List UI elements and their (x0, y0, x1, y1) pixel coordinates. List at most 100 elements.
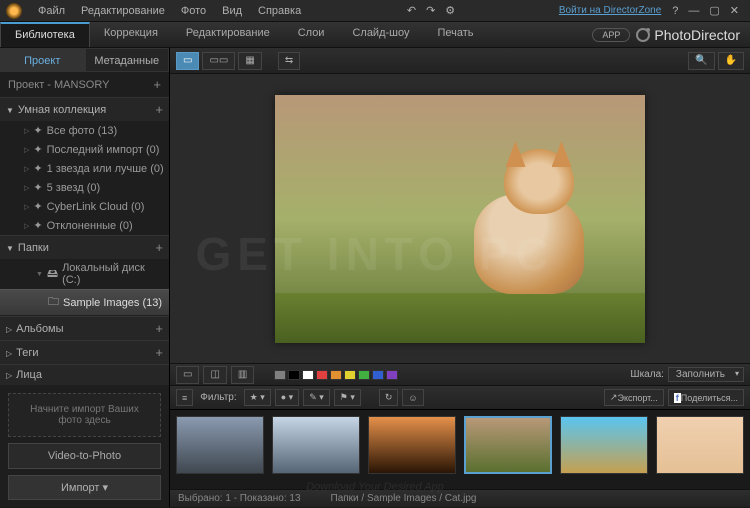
smart-item[interactable]: ▷✦1 звезда или лучше (0) (0, 159, 169, 178)
section-albums[interactable]: ▷Альбомы + (0, 317, 169, 340)
thumbnail[interactable] (464, 416, 552, 474)
drive-icon: 🖴 (47, 265, 58, 284)
chevron-down-icon: ▼ (36, 271, 43, 278)
layout-1-icon[interactable]: ▭ (176, 366, 199, 384)
tab-5[interactable]: Печать (423, 22, 487, 47)
view-compare-icon[interactable]: ▭▭ (202, 52, 235, 70)
album-add-icon[interactable]: + (155, 321, 163, 336)
pan-tool-icon[interactable]: ✋ (718, 52, 744, 70)
smart-item[interactable]: ▷✦Все фото (13) (0, 121, 169, 140)
breadcrumb: Папки / Sample Images / Cat.jpg (331, 493, 477, 504)
layout-3-icon[interactable]: ▥ (231, 366, 254, 384)
preview-area[interactable] (170, 74, 750, 363)
view-mirror-icon[interactable]: ⇆ (278, 52, 300, 70)
menubar: ФайлРедактированиеФотоВидСправка ↶ ↷ ⚙ В… (0, 0, 750, 22)
smart-add-icon[interactable]: + (155, 102, 163, 117)
zoom-tool-icon[interactable]: 🔍 (688, 52, 714, 70)
tab-0[interactable]: Библиотека (0, 22, 90, 47)
section-smart-collection[interactable]: ▼Умная коллекция + (0, 98, 169, 121)
color-swatch[interactable] (372, 370, 384, 380)
close-icon[interactable]: ✕ (725, 4, 744, 17)
app-logo-icon (6, 3, 22, 19)
section-folders[interactable]: ▼Папки + (0, 236, 169, 259)
view-single-icon[interactable]: ▭ (176, 52, 199, 70)
folder-add-icon[interactable]: + (155, 240, 163, 255)
project-add-icon[interactable]: + (153, 77, 161, 92)
collection-icon: ✦ (33, 181, 42, 194)
thumbnail[interactable] (176, 416, 264, 474)
layout-2-icon[interactable]: ◫ (203, 366, 226, 384)
thumbnail[interactable] (272, 416, 360, 474)
rotate-icon[interactable]: ↻ (379, 389, 399, 406)
menu-Вид[interactable]: Вид (214, 3, 250, 19)
tab-4[interactable]: Слайд-шоу (338, 22, 423, 47)
main-panel: ▭ ▭▭ ▦ ⇆ 🔍 ✋ ▭ ◫ ▥ Шкала: (170, 48, 750, 507)
maximize-icon[interactable]: ▢ (704, 4, 724, 17)
smart-item[interactable]: ▷✦Последний импорт (0) (0, 140, 169, 159)
share-button[interactable]: f Поделиться... (668, 389, 744, 406)
color-swatch[interactable] (344, 370, 356, 380)
collection-icon: ✦ (33, 200, 42, 213)
import-button[interactable]: Импорт ▾ (8, 475, 161, 500)
tab-2[interactable]: Редактирование (172, 22, 284, 47)
import-dropzone[interactable]: Начните импорт Ваших фото здесь (8, 393, 161, 437)
filter-rating[interactable]: ★ ▾ (244, 389, 271, 406)
tab-project[interactable]: Проект (0, 48, 85, 72)
minimize-icon[interactable]: — (683, 5, 704, 17)
color-swatch[interactable] (302, 370, 314, 380)
directorzone-link[interactable]: Войти на DirectorZone (553, 5, 667, 16)
section-tags[interactable]: ▷Теги + (0, 341, 169, 364)
face-tag-icon[interactable]: ☺ (402, 389, 423, 406)
tab-metadata[interactable]: Метаданные (85, 48, 170, 72)
settings-icon[interactable]: ⚙ (440, 2, 460, 19)
preview-image (275, 95, 645, 343)
selection-count: Выбрано: 1 - Показано: 13 (178, 493, 301, 504)
menu-Файл[interactable]: Файл (30, 3, 73, 19)
smart-item[interactable]: ▷✦Отклоненные (0) (0, 216, 169, 235)
chevron-right-icon: ▷ (6, 325, 12, 334)
project-name: Проект - MANSORY (8, 79, 109, 91)
filter-edited[interactable]: ✎ ▾ (303, 389, 330, 406)
app-badge[interactable]: APP (592, 28, 630, 42)
color-swatch[interactable] (288, 370, 300, 380)
scale-label: Шкала: (630, 369, 664, 380)
menu-Фото[interactable]: Фото (173, 3, 214, 19)
lens-icon (636, 28, 650, 42)
collection-icon: ✦ (33, 143, 42, 156)
tag-add-icon[interactable]: + (155, 345, 163, 360)
video-to-photo-button[interactable]: Video-to-Photo (8, 443, 161, 469)
tab-3[interactable]: Слои (284, 22, 339, 47)
thumbnail[interactable] (560, 416, 648, 474)
filmstrip[interactable] (170, 409, 750, 489)
color-swatch[interactable] (316, 370, 328, 380)
view-grid-icon[interactable]: ▦ (238, 52, 261, 70)
thumbnail[interactable] (656, 416, 744, 474)
color-swatch[interactable] (386, 370, 398, 380)
thumbnail[interactable] (368, 416, 456, 474)
collection-icon: ✦ (33, 124, 42, 137)
section-faces[interactable]: ▷Лица (0, 365, 169, 385)
toggle-filmstrip-icon[interactable]: ≡ (176, 389, 193, 406)
color-swatch[interactable] (330, 370, 342, 380)
help-icon[interactable]: ? (667, 5, 683, 17)
scale-select[interactable]: Заполнить (668, 367, 744, 382)
chevron-right-icon: ▷ (6, 371, 12, 380)
statusbar: Выбрано: 1 - Показано: 13 Папки / Sample… (170, 489, 750, 507)
folder-drive[interactable]: ▼ 🖴 Локальный диск (C:) (0, 259, 169, 289)
filter-flag[interactable]: ⚑ ▾ (334, 389, 361, 406)
chevron-down-icon: ▼ (6, 106, 14, 115)
folder-sample-images[interactable]: 🗀 Sample Images (13) (0, 289, 169, 316)
side-tabs: Проект Метаданные (0, 48, 169, 72)
filter-bar: ≡ Фильтр: ★ ▾ ● ▾ ✎ ▾ ⚑ ▾ ↻ ☺ ↗ Экспорт.… (170, 385, 750, 409)
menu-Справка[interactable]: Справка (250, 3, 309, 19)
menu-Редактирование[interactable]: Редактирование (73, 3, 173, 19)
redo-icon[interactable]: ↷ (421, 2, 440, 19)
filter-label-color[interactable]: ● ▾ (275, 389, 299, 406)
export-button[interactable]: ↗ Экспорт... (604, 389, 664, 406)
smart-item[interactable]: ▷✦CyberLink Cloud (0) (0, 197, 169, 216)
undo-icon[interactable]: ↶ (402, 2, 421, 19)
smart-item[interactable]: ▷✦5 звезд (0) (0, 178, 169, 197)
color-swatch[interactable] (274, 370, 286, 380)
tab-1[interactable]: Коррекция (90, 22, 172, 47)
color-swatch[interactable] (358, 370, 370, 380)
